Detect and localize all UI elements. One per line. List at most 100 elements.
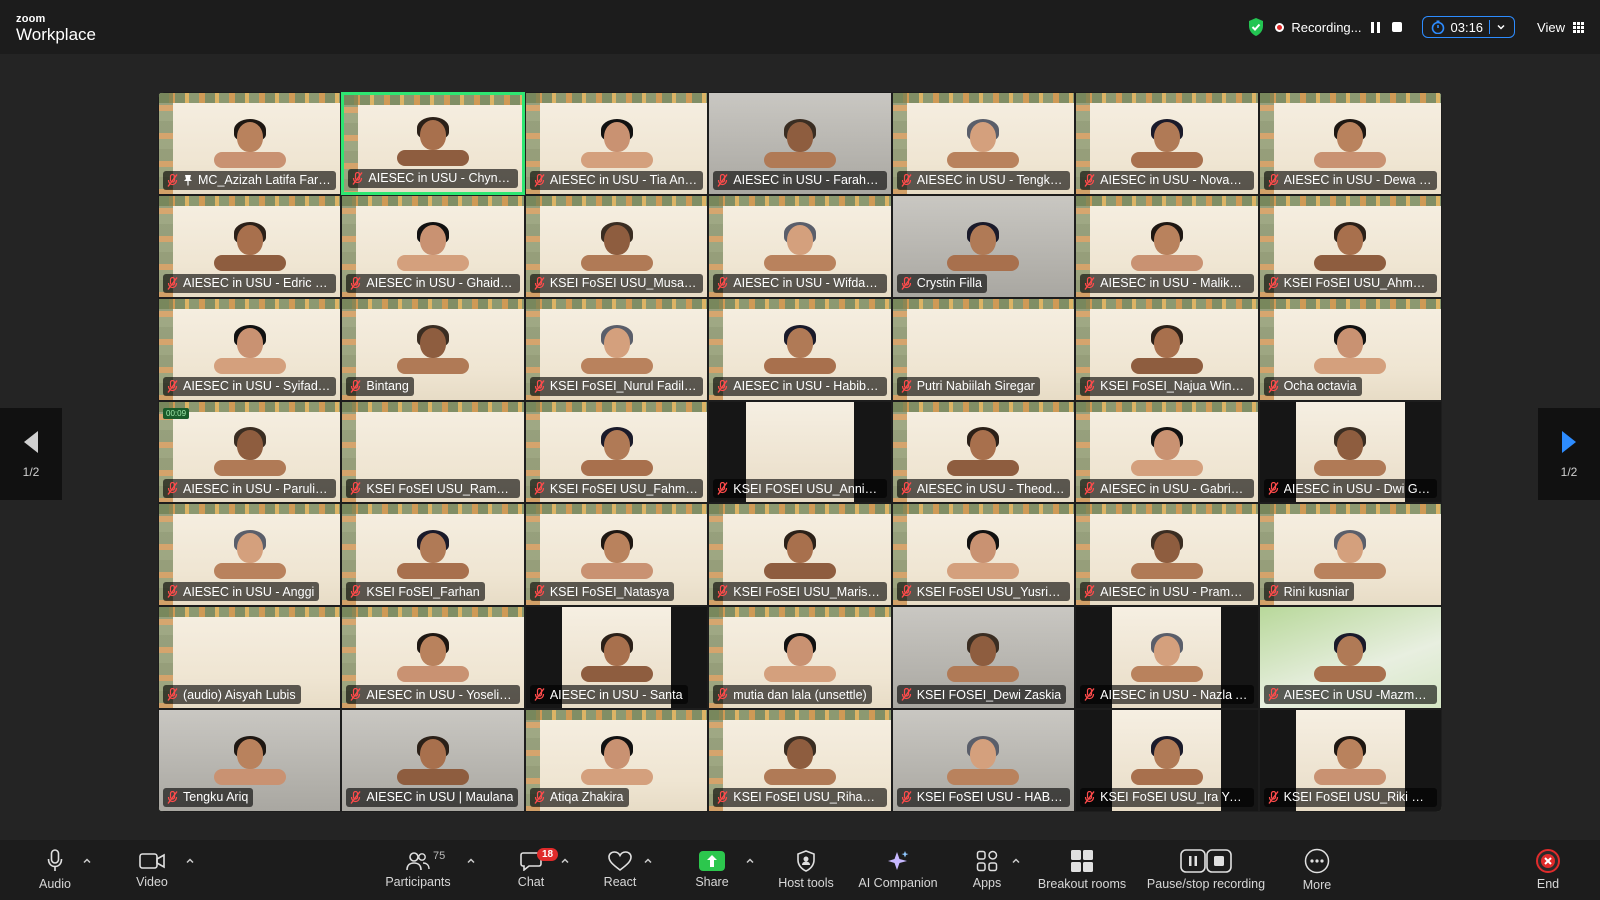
more-button[interactable]: More [1296,840,1338,900]
react-button[interactable]: React [598,840,642,900]
participant-video-tile[interactable]: KSEI FoSEI USU_Riki Can... [1258,709,1442,812]
participant-video-tile[interactable]: AIESEC in USU - Farah Ra... [708,92,892,195]
muted-microphone-icon [1268,790,1279,804]
participant-name-tag: Ocha octavia [1263,376,1362,396]
participant-name: AIESEC in USU - Ghaida T... [366,276,515,291]
participant-video-tile[interactable]: AIESEC in USU - Ghaida T... [341,194,525,298]
apps-options-caret-icon[interactable] [1011,856,1021,866]
participants-options-caret-icon[interactable] [466,856,476,866]
apps-button[interactable]: Apps [966,840,1008,900]
participant-video-tile[interactable]: AIESEC in USU | Maulana [341,709,525,812]
participant-video-tile[interactable]: AIESEC in USU - Santa [524,606,709,710]
video-options-caret-icon[interactable] [185,856,195,866]
participants-button[interactable]: Participants [378,840,458,900]
participant-video-tile[interactable]: AIESEC in USU - Chyntia Cla... [341,92,525,195]
participant-video-tile[interactable]: 00:09 AIESEC in USU - Parulian ... [158,400,342,504]
participant-name: AIESEC in USU - Yoseline ... [366,687,515,702]
participant-video-tile[interactable]: KSEI FoSEI USU_Fahma A... [524,400,709,504]
participant-video-tile[interactable]: AIESEC in USU - Yoseline ... [341,606,525,710]
muted-microphone-icon [901,585,912,599]
participant-video-tile[interactable]: AIESEC in USU - Nazla Ais... [1075,606,1259,710]
participant-video-tile[interactable]: KSEI FoSEI_Farhan [341,503,525,607]
participant-video-tile[interactable]: AIESEC in USU -Mazmur ... [1258,606,1442,710]
share-options-caret-icon[interactable] [745,856,755,866]
muted-microphone-icon [534,790,545,804]
participant-video-tile[interactable]: KSEI FoSEI USU_Ramadani [341,400,525,504]
participant-video-tile[interactable]: AIESEC in USU - Gabriela ... [1075,400,1259,504]
muted-microphone-icon [350,688,361,702]
participant-video-tile[interactable]: Crystin Filla [891,194,1076,298]
participant-video-tile[interactable]: KSEI FOSEI USU_Annisa R... [708,400,892,504]
participant-video-tile[interactable]: KSEI FoSEI USU_Marissa ... [708,503,892,607]
participant-video-tile[interactable]: KSEI FoSEI USU_Ahmad S... [1258,194,1442,298]
participant-name: (audio) Aisyah Lubis [183,687,296,702]
pause-recording-button[interactable] [1369,20,1383,34]
participant-video-tile[interactable]: AIESEC in USU - Anggi [158,503,342,607]
participant-video-tile[interactable]: AIESEC in USU - Novanka... [1075,92,1259,195]
participant-video-silhouette [1314,221,1387,281]
participant-video-silhouette [397,633,470,692]
muted-microphone-icon [350,276,361,290]
audio-button[interactable]: Audio [34,840,76,900]
meeting-toolbar: Audio Video Participants 75 Chat 18 Reac… [0,840,1600,900]
participant-video-tile[interactable]: AIESEC in USU - Wifdania... [708,194,892,298]
next-page-button[interactable]: 1/2 [1538,408,1600,500]
participant-video-tile[interactable]: MC_Azizah Latifa Fars... [158,92,342,195]
end-meeting-button[interactable]: End [1530,840,1566,900]
participant-video-tile[interactable]: AIESEC in USU - Edric Rol... [158,194,342,298]
participant-video-tile[interactable]: mutia dan lala (unsettle) [708,606,892,710]
participant-video-tile[interactable]: Putri Nabiilah Siregar [891,297,1076,401]
breakout-rooms-button[interactable]: Breakout rooms [1036,840,1128,900]
previous-page-button[interactable]: 1/2 [0,408,62,500]
participant-video-silhouette [947,735,1020,795]
pin-icon [184,175,192,186]
participant-video-tile[interactable]: (audio) Aisyah Lubis [158,606,342,710]
participant-video-tile[interactable]: KSEI FoSEI USU_Yusriana ... [891,503,1076,607]
participant-video-tile[interactable]: Atiqa Zhakira [524,709,709,812]
video-button[interactable]: Video [131,840,173,900]
participant-video-tile[interactable]: KSEI FoSEI USU_Rihadatu... [708,709,892,812]
participant-video-tile[interactable]: Bintang [341,297,525,401]
participant-video-tile[interactable]: KSEI FoSEI_Natasya [524,503,709,607]
participant-video-tile[interactable]: KSEI FoSEI_Nurul Fadila N... [524,297,709,401]
host-tools-button[interactable]: Host tools [774,840,838,900]
participant-video-tile[interactable]: AIESEC in USU - Tia Aniss... [524,92,709,195]
meeting-timer[interactable]: 03:16 [1421,16,1516,38]
participant-video-tile[interactable]: Rini kusniar [1258,503,1442,607]
participant-video-tile[interactable]: AIESEC in USU - Dewa M... [1258,92,1442,195]
pause-stop-recording-button[interactable]: Pause/stop recording [1142,840,1270,900]
participant-video-tile[interactable]: Tengku Ariq [158,709,342,812]
participant-video-tile[interactable]: AIESEC in USU - Habibah ... [708,297,892,401]
participant-video-tile[interactable]: AIESEC in USU - Dwi Garini [1258,400,1442,504]
participant-video-silhouette [1314,735,1387,795]
participant-video-silhouette [580,735,653,795]
participant-video-tile[interactable]: KSEI FoSEI USU - HABIB R... [891,709,1076,812]
participant-video-silhouette [763,324,836,384]
arrow-left-icon [24,431,38,453]
participant-video-tile[interactable]: KSEI FoSEI USU_Musa Ca... [524,194,709,298]
participant-video-tile[interactable]: AIESEC in USU - Malika Ta... [1075,194,1259,298]
react-options-caret-icon[interactable] [643,856,653,866]
chat-options-caret-icon[interactable] [560,856,570,866]
participant-name: KSEI FOSEI_Dewi Zaskia [916,687,1062,702]
participant-video-tile[interactable]: KSEI FoSEI_Najua Winda ... [1075,297,1259,401]
participant-video-tile[interactable]: AIESEC in USU - Pramesti [1075,503,1259,607]
muted-microphone-icon [1268,276,1279,290]
ai-companion-button[interactable]: AI Companion [852,840,944,900]
participant-video-tile[interactable]: AIESEC in USU - Syifadian... [158,297,342,401]
participant-video-tile[interactable]: KSEI FOSEI_Dewi Zaskia [891,606,1076,710]
view-button[interactable]: View [1537,20,1584,35]
muted-microphone-icon [534,482,545,496]
participant-name: AIESEC in USU - Wifdania... [733,276,882,291]
participant-video-tile[interactable]: Ocha octavia [1258,297,1442,401]
stop-recording-button[interactable] [1390,20,1404,34]
share-button[interactable]: Share [690,840,734,900]
participant-video-tile[interactable]: KSEI FoSEI USU_Ira Yusnit... [1075,709,1259,812]
audio-options-caret-icon[interactable] [82,856,92,866]
encryption-shield-icon[interactable] [1247,17,1265,37]
participant-name: KSEI FoSEI USU_Rihadatu... [733,790,882,805]
participant-video-tile[interactable]: AIESEC in USU - Theodor... [891,400,1076,504]
participant-video-tile[interactable]: AIESEC in USU - Tengku ... [891,92,1076,195]
chevron-down-icon[interactable] [1496,22,1506,32]
participant-name: AIESEC in USU - Novanka... [1100,173,1249,188]
